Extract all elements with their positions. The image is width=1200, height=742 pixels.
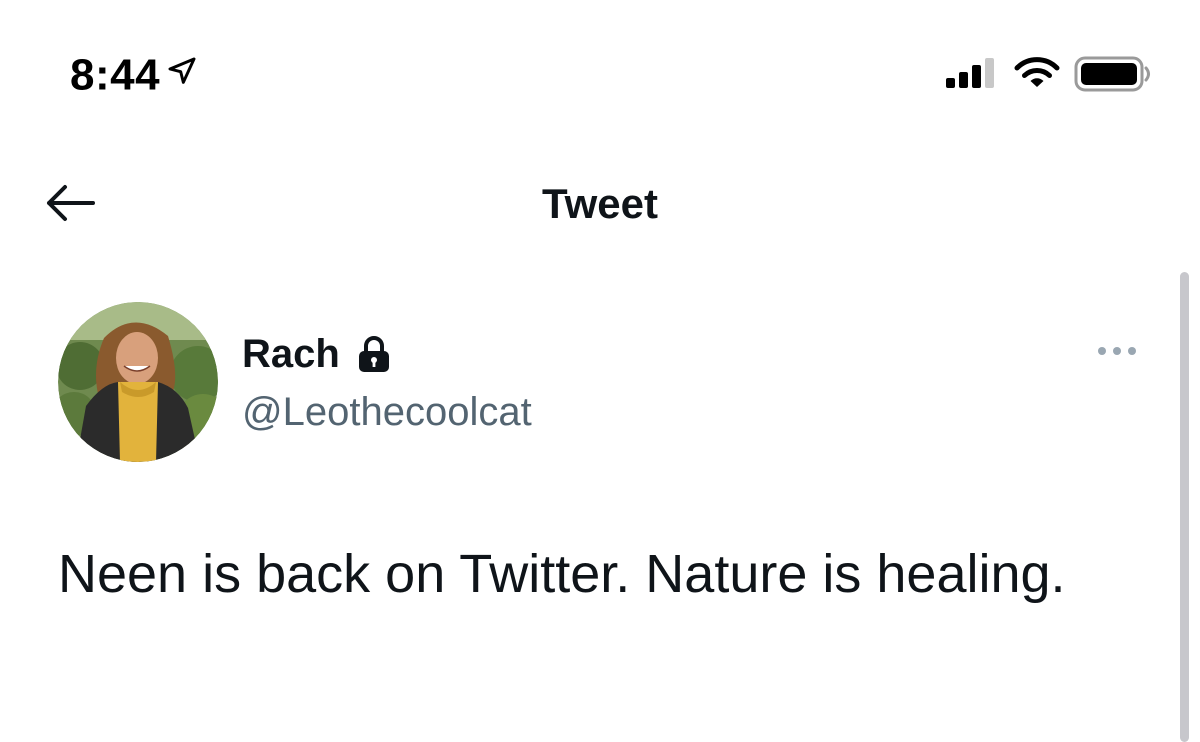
status-time: 8:44 [70,48,198,100]
wifi-icon [1014,56,1060,95]
status-bar: 8:44 [0,0,1200,140]
cellular-signal-icon [946,58,998,93]
page-title: Tweet [542,180,658,227]
status-time-text: 8:44 [70,50,161,100]
battery-icon [1074,56,1154,97]
location-arrow-icon [166,48,198,98]
user-handle[interactable]: @Leothecoolcat [242,390,532,435]
more-dots-icon [1096,344,1138,362]
tweet-text: Neen is back on Twitter. Nature is heali… [58,544,1066,604]
avatar[interactable] [58,302,218,462]
more-options-button[interactable] [1092,338,1142,368]
lock-icon [354,334,394,379]
display-name-row: Rach [242,330,394,379]
display-name[interactable]: Rach [242,332,340,377]
scrollbar[interactable] [1180,272,1189,742]
nav-bar: Tweet [0,160,1200,250]
